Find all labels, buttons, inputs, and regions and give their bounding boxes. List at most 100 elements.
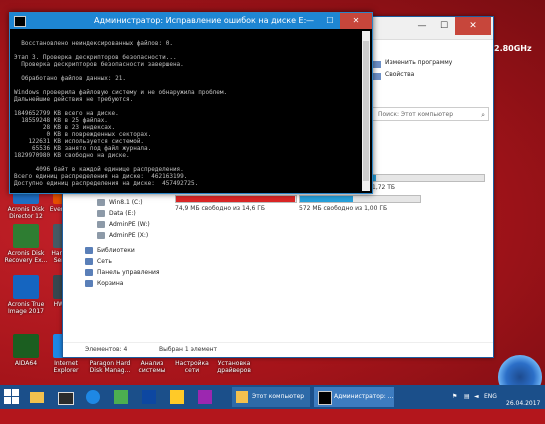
console-line: 18559248 KB в 25 файлах. xyxy=(14,117,108,124)
pinned-explorer-icon[interactable] xyxy=(30,389,46,405)
console-window[interactable]: Администратор: Исправление ошибок на дис… xyxy=(9,12,373,194)
folder-icon xyxy=(236,391,248,403)
drive-icon xyxy=(97,221,105,228)
desktop-icon-label: Internet Explorer xyxy=(53,360,79,374)
nav-item[interactable]: Корзина xyxy=(85,278,175,289)
task-explorer[interactable]: Этот компьютер xyxy=(232,387,310,407)
minimize-icon[interactable]: — xyxy=(411,17,433,35)
desktop-icon[interactable]: AIDA64 xyxy=(4,334,48,367)
console-line: Дальнейшие действия не требуются. xyxy=(14,96,134,103)
pinned-paint-icon[interactable] xyxy=(170,389,186,405)
console-line: 4096 байт в каждой единице распределения… xyxy=(14,166,184,173)
clock-date[interactable]: 26.04.2017 xyxy=(506,400,540,424)
desktop-icon-label: AIDA64 xyxy=(14,360,38,367)
desktop-icon[interactable]: Acronis Disk Recovery Ex... xyxy=(4,224,48,264)
drive-usage-bar xyxy=(363,174,485,182)
nav-item-label: Data (E:) xyxy=(109,210,136,217)
nav-item[interactable]: AdminPE (W:) xyxy=(85,219,175,230)
drive-icon xyxy=(97,232,105,239)
ribbon-change-program[interactable]: Изменить программу xyxy=(373,59,491,71)
console-scrollbar[interactable] xyxy=(362,31,370,191)
start-button[interactable] xyxy=(4,389,20,405)
console-line: Проверка дескрипторов безопасности завер… xyxy=(14,61,184,68)
search-icon: ⌕ xyxy=(481,111,485,119)
drive-free-space: 572 МБ свободно из 1,00 ГБ xyxy=(299,205,388,212)
drive-usage-bar xyxy=(299,195,421,203)
nav-item[interactable]: Сеть xyxy=(85,256,175,267)
console-line: Этап 3. Проверка дескрипторов безопаснос… xyxy=(14,54,177,61)
task-console[interactable]: Администратор: ... xyxy=(314,387,394,407)
console-output: Восстановлено неиндексированных файлов: … xyxy=(14,33,354,191)
nav-item[interactable]: Библиотеки xyxy=(85,245,175,256)
console-line: 0 KB в поврежденных секторах. xyxy=(14,131,152,138)
desktop-icon[interactable]: Acronis True Image 2017 xyxy=(4,275,48,315)
console-line: Windows проверила файловую систему и не … xyxy=(14,89,228,96)
drive-tile[interactable]: 572 МБ свободно из 1,00 ГБ xyxy=(299,193,421,212)
desktop-icon-label: Настройка сети xyxy=(175,360,209,374)
console-line: Всего единиц распределения на диске: 462… xyxy=(14,173,188,180)
close-icon[interactable]: ✕ xyxy=(340,13,372,29)
pinned-app-icon[interactable] xyxy=(58,389,74,405)
maximize-icon[interactable]: ☐ xyxy=(320,13,340,29)
console-line: Обработано файлов данных: 21. xyxy=(14,75,126,82)
drive-free-space: из 1,72 ТБ xyxy=(363,184,396,191)
nav-item-label: Сеть xyxy=(97,258,112,265)
pinned-disk-icon[interactable] xyxy=(142,389,158,405)
status-item-count: Элементов: 4 xyxy=(85,346,128,353)
pinned-other-icon[interactable] xyxy=(198,389,214,405)
folder-icon xyxy=(85,247,93,254)
nav-item-label: Win8.1 (C:) xyxy=(109,199,143,206)
drive-tile[interactable]: 74,9 МБ свободно из 14,6 ГБ xyxy=(175,193,297,212)
nav-item-label: Корзина xyxy=(97,280,124,287)
console-line: 1849652799 KB всего на диске. xyxy=(14,110,119,117)
desktop-icon-label: Анализ системы xyxy=(138,360,166,374)
tray-network-icon[interactable]: ▤ xyxy=(464,393,470,417)
desktop-icon-label: Acronis True Image 2017 xyxy=(7,301,45,315)
pinned-tool-icon[interactable] xyxy=(114,389,130,405)
console-line: 122631 KB используется системой. xyxy=(14,138,145,145)
nav-item[interactable]: Win8.1 (C:) xyxy=(85,197,175,208)
folder-icon xyxy=(85,280,93,287)
tray-flag-icon[interactable]: ⚑ xyxy=(452,393,457,417)
nav-item-label: Библиотеки xyxy=(97,247,135,254)
app-icon xyxy=(13,224,39,248)
pinned-ie-icon[interactable] xyxy=(86,389,102,405)
taskbar: Этот компьютер Администратор: ... ⚑ ▤ ◄ … xyxy=(0,385,545,409)
ribbon-properties[interactable]: Свойства xyxy=(373,71,491,83)
nav-item[interactable]: Data (E:) xyxy=(85,208,175,219)
tray-volume-icon[interactable]: ◄ xyxy=(474,393,479,417)
nav-item-label: AdminPE (X:) xyxy=(109,232,149,239)
explorer-ribbon: Изменить программу Свойства xyxy=(373,59,491,83)
folder-icon xyxy=(85,258,93,265)
desktop-icon-label: Acronis Disk Recovery Ex... xyxy=(4,250,48,264)
search-input[interactable]: ↻ Поиск: Этот компьютер ⌕ xyxy=(350,107,489,121)
drive-icon xyxy=(97,210,105,217)
minimize-icon[interactable]: — xyxy=(300,13,320,29)
cmd-icon xyxy=(318,391,332,405)
maximize-icon[interactable]: ☐ xyxy=(433,17,455,35)
desktop-icon-label: Paragon Hard Disk Manag... xyxy=(89,360,131,374)
console-line: Восстановлено неиндексированных файлов: … xyxy=(14,40,173,47)
cmd-icon xyxy=(14,16,26,27)
drive-tile[interactable]: из 1,72 ТБ xyxy=(363,172,485,191)
language-indicator[interactable]: ENG xyxy=(484,393,497,417)
console-titlebar[interactable]: Администратор: Исправление ошибок на дис… xyxy=(10,13,372,29)
navigation-pane: Win8.1 (C:) Data (E:) AdminPE (W:) AdminPE … xyxy=(85,197,175,289)
nav-item[interactable]: Панель управления xyxy=(85,267,175,278)
console-line: 65536 KB занято под файл журнала. xyxy=(14,145,152,152)
folder-icon xyxy=(85,269,93,276)
scroll-thumb[interactable] xyxy=(363,41,369,181)
drive-icon xyxy=(97,199,105,206)
nav-item-label: Панель управления xyxy=(97,269,160,276)
desktop-icon-label: Acronis Disk Director 12 xyxy=(7,206,45,220)
desktop-icon-label: Установка драйверов xyxy=(217,360,251,374)
nav-item-label: AdminPE (W:) xyxy=(109,221,150,228)
console-line: 1829970980 KB свободно на диске. xyxy=(14,152,130,159)
nav-item[interactable]: AdminPE (X:) xyxy=(85,230,175,241)
drive-usage-bar xyxy=(175,195,297,203)
close-icon[interactable]: ✕ xyxy=(455,17,491,35)
console-title: Администратор: Исправление ошибок на дис… xyxy=(94,16,307,25)
